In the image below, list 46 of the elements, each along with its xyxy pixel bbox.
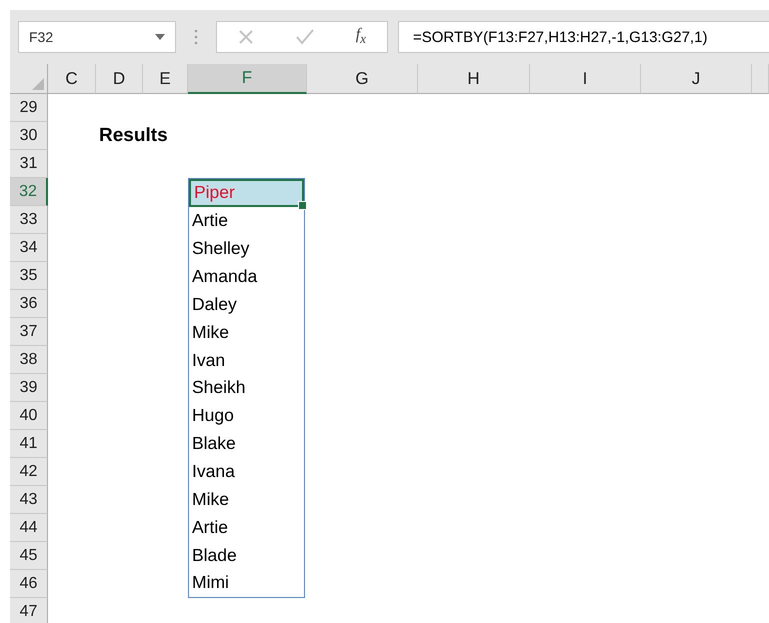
row-header[interactable]: 44 (10, 514, 48, 542)
insert-function-button[interactable]: f$_{x}$ (356, 26, 366, 48)
row-header[interactable]: 46 (10, 570, 48, 598)
column-header[interactable]: D (96, 64, 143, 94)
table-cell[interactable]: Mike (189, 318, 304, 346)
column-header[interactable]: J (641, 64, 752, 94)
table-cell[interactable]: Blake (189, 430, 304, 458)
table-cell[interactable]: Amanda (189, 262, 304, 290)
row-header[interactable]: 43 (10, 486, 48, 514)
formula-field[interactable]: =SORTBY(F13:F27,H13:H27,-1,G13:G27,1) (398, 21, 769, 53)
row-header[interactable]: 32 (10, 178, 48, 206)
row-header[interactable]: 30 (10, 122, 48, 150)
column-header[interactable]: F (188, 64, 307, 94)
row-header[interactable]: 29 (10, 94, 48, 122)
table-cell[interactable]: Artie (189, 513, 304, 542)
table-cell[interactable]: Mike (189, 485, 304, 514)
cell-reference: F32 (29, 29, 54, 45)
column-header[interactable]: E (143, 64, 188, 94)
row-header[interactable]: 45 (10, 542, 48, 570)
column-header[interactable]: H (418, 64, 530, 94)
table-cell[interactable]: Hugo (189, 402, 304, 430)
row-header[interactable]: 47 (10, 598, 48, 623)
heading-cell-text: Results (98, 124, 168, 148)
row-header[interactable]: 38 (10, 346, 48, 374)
table-cell[interactable]: Blade (189, 541, 304, 570)
row-header[interactable]: 34 (10, 234, 48, 262)
name-box[interactable]: F32 (18, 21, 176, 53)
table-cell[interactable]: Daley (189, 290, 304, 318)
table-cell[interactable]: Mimi (189, 569, 304, 597)
column-header[interactable]: C (48, 64, 96, 94)
table-cell[interactable]: Artie (189, 206, 304, 235)
table-cell[interactable]: Shelley (189, 234, 304, 263)
column-header[interactable]: I (530, 64, 641, 94)
table-cell[interactable]: Ivan (189, 346, 304, 374)
table-cell[interactable]: Ivana (189, 458, 304, 486)
row-header[interactable]: 36 (10, 290, 48, 318)
row-header[interactable]: 33 (10, 206, 48, 234)
column-header[interactable]: G (307, 64, 418, 94)
table-cell[interactable]: Sheikh (189, 374, 304, 402)
row-header[interactable]: 35 (10, 262, 48, 290)
row-header[interactable]: 37 (10, 318, 48, 346)
row-header[interactable]: 42 (10, 458, 48, 486)
row-header[interactable]: 41 (10, 430, 48, 458)
row-header[interactable]: 31 (10, 150, 48, 178)
row-header[interactable]: 40 (10, 402, 48, 430)
row-header[interactable]: 39 (10, 374, 48, 402)
